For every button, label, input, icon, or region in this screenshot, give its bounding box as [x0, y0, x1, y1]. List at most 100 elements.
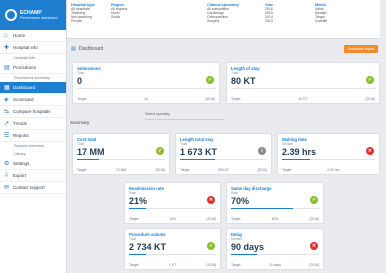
kpi-subtitle: Total	[180, 142, 188, 146]
sidebar-item-label: Export	[13, 173, 27, 178]
filter-option[interactable]: Quartile	[315, 19, 327, 23]
kpi-value: 2.39 hrs	[282, 147, 317, 157]
kpi-card-cost-total[interactable]: Cost total Total 17 MM ✓ Target 70 MM [201…	[72, 133, 170, 175]
compare-icon: ⇆	[4, 108, 10, 115]
filter-group-year[interactable]: Year 2016 2015 2014 2013	[265, 3, 273, 23]
app-tagline: Performance dashboard	[20, 15, 58, 20]
app-logo[interactable]: ECHAMP Performance dashboard	[0, 0, 66, 30]
kpi-subtitle: Median	[282, 142, 294, 146]
kpi-value: 21%	[129, 196, 148, 206]
kpi-card-length-of-stay[interactable]: Length of stay Total 80 KT ✓ Target 40 KT…	[226, 62, 380, 104]
kpi-card-admissions[interactable]: Admissions Total 0 ✓ Target 12 [2016]	[72, 62, 220, 104]
sidebar-item-dashboard[interactable]: ▦ Dashboard	[0, 82, 66, 94]
sidebar-item-label: Hospital info	[13, 45, 38, 50]
check-icon: ✓	[310, 196, 318, 204]
sidebar-subitem[interactable]: Procedures summary	[0, 74, 66, 82]
sidebar-item-label: Procedures	[13, 65, 37, 70]
kpi-progress	[282, 159, 375, 160]
kpi-value: 2 734 KT	[129, 242, 167, 252]
kpi-subtitle: Rate	[129, 191, 137, 195]
kpi-card-delay[interactable]: Delay Median 90 days ✕ Target 10 days [201…	[226, 228, 324, 270]
kpi-progress	[129, 208, 216, 209]
kpi-footer: Target 10 days [2016]	[231, 263, 319, 267]
progress-fill	[129, 208, 147, 209]
sidebar-item-procedures[interactable]: ▤ Procedures	[0, 62, 66, 74]
filter-option[interactable]: 2013	[265, 19, 273, 23]
check-icon: ✓	[207, 242, 215, 250]
kpi-progress	[231, 208, 319, 209]
kpi-subtitle: Total	[77, 71, 85, 75]
kpi-progress	[180, 159, 267, 160]
logo-icon	[5, 9, 17, 21]
kpi-progress	[77, 159, 165, 160]
kpi-progress	[129, 254, 216, 255]
sidebar-item-settings[interactable]: ⚙ Settings	[0, 158, 66, 170]
kpi-footer: Target 70 MM [2016]	[77, 168, 165, 172]
sidebar-subitem[interactable]: Hospital info	[0, 54, 66, 62]
chart-icon: ▤	[4, 64, 10, 71]
progress-fill	[129, 254, 147, 255]
kpi-card-length-total[interactable]: Length total stay Total 1 673 KT i Targe…	[175, 133, 272, 175]
report-icon: ☰	[4, 132, 10, 139]
sidebar-item-reports[interactable]: ☰ Reports	[0, 130, 66, 142]
filter-option[interactable]: South	[111, 15, 127, 19]
sidebar-item-label: Settings	[13, 161, 30, 166]
sidebar-item-label: Dashboard	[13, 85, 36, 90]
filter-group-hospital-type[interactable]: Hospital type All hospitals Teaching Non…	[71, 3, 95, 23]
sidebar-subitem[interactable]: Reports summary	[0, 142, 66, 150]
kpi-card-waiting-time[interactable]: Waiting time Median 2.39 hrs ✕ Target 2.0…	[277, 133, 380, 175]
dashboard-icon: ▦	[4, 84, 10, 91]
sidebar-item-scorecard[interactable]: ◈ Scorecard	[0, 94, 66, 106]
support-icon: ✉	[4, 184, 10, 191]
kpi-subtitle: Median	[231, 237, 243, 241]
kpi-subtitle: Total	[129, 237, 137, 241]
progress-fill	[231, 254, 258, 255]
kpi-progress	[231, 88, 375, 89]
kpi-footer: Target 40 KT [2016]	[231, 97, 375, 101]
kpi-value: 80 KT	[231, 76, 256, 86]
scorecard-icon: ◈	[4, 96, 9, 103]
filter-group-speciality[interactable]: Clinical speciality All specialities Car…	[207, 3, 239, 23]
kpi-value: 90 days	[231, 242, 265, 252]
sidebar-item-label: Home	[13, 33, 26, 38]
info-icon: i	[258, 147, 266, 155]
sidebar-item-compare[interactable]: ⇆ Compare hospitals	[0, 106, 66, 118]
kpi-footer: Target 2.00 hrs	[282, 168, 340, 172]
progress-fill	[77, 159, 99, 160]
kpi-progress	[77, 88, 215, 89]
filter-option[interactable]: Private	[71, 19, 95, 23]
kpi-card-readmission[interactable]: Readmission rate Rate 21% ✕ Target 10% [20…	[124, 182, 221, 224]
cross-icon: ✕	[310, 242, 318, 250]
settings-icon: ⚙	[4, 160, 10, 167]
specialty-select[interactable]: Select specialty	[145, 112, 225, 120]
sidebar-nav: ⌂ Home ✚ Hospital info Hospital info ▤ Proc…	[0, 30, 66, 194]
filter-option[interactable]: Surgery	[207, 19, 239, 23]
sidebar-item-support[interactable]: ✉ Contact support	[0, 182, 66, 194]
sidebar-item-export[interactable]: ⇩ Export	[0, 170, 66, 182]
sidebar-item-home[interactable]: ⌂ Home	[0, 30, 66, 42]
sidebar-item-label: Trends	[13, 121, 27, 126]
sidebar-item-label: Reports	[13, 133, 29, 138]
breadcrumb: ▤ Dashboard	[67, 42, 380, 56]
filter-group-region[interactable]: Region All regions North South	[111, 3, 127, 19]
download-report-button[interactable]: Download report	[344, 45, 378, 53]
cross-icon: ✕	[207, 196, 215, 204]
hospital-icon: ✚	[4, 44, 10, 51]
section-label: Summary	[70, 120, 90, 125]
kpi-card-same-day-discharge[interactable]: Same day discharge Rate 70% ✓ Target 40%[…	[226, 182, 324, 224]
trend-icon: ↗	[4, 120, 10, 127]
kpi-card-procedure-volume[interactable]: Procedure volume Total 2 734 KT ✓ Target…	[124, 228, 221, 270]
cross-icon: ✕	[366, 147, 374, 155]
page-title: Dashboard	[78, 46, 104, 52]
sidebar: ECHAMP Performance dashboard ⌂ Home ✚ Hosp…	[0, 0, 67, 273]
sidebar-item-hospital-info[interactable]: ✚ Hospital info	[0, 42, 66, 54]
sidebar-item-trends[interactable]: ↗ Trends	[0, 118, 66, 130]
breadcrumb-icon: ▤	[71, 46, 76, 52]
check-icon: ✓	[206, 76, 214, 84]
sidebar-subitem[interactable]: Library	[0, 150, 66, 158]
check-icon: ✓	[366, 76, 374, 84]
kpi-value: 1 673 KT	[180, 147, 218, 157]
filter-group-metric[interactable]: Metric Value Median Target Quartile	[315, 3, 327, 23]
kpi-subtitle: Total	[231, 71, 239, 75]
progress-fill	[180, 159, 215, 160]
